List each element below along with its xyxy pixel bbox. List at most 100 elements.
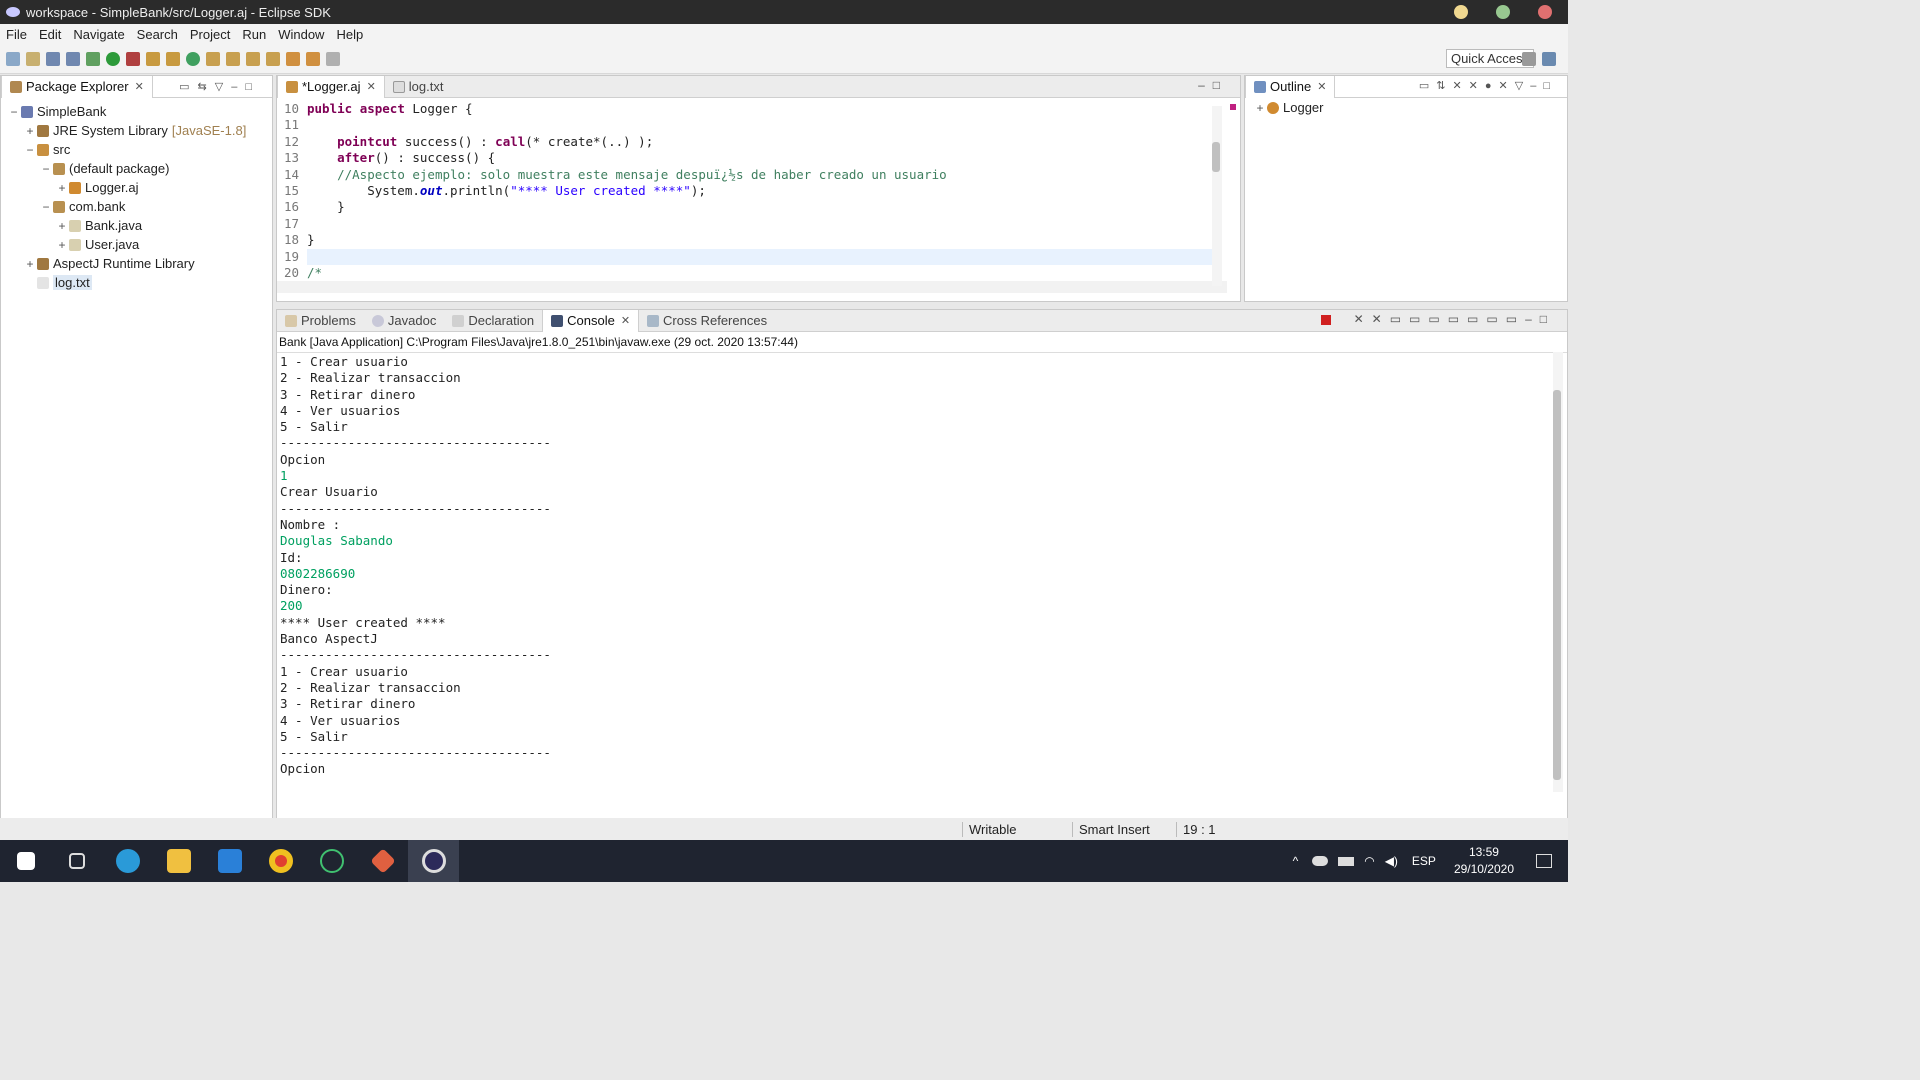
code-editor[interactable]: 10 public aspect Logger {11 12 pointcut su… (277, 98, 1240, 281)
tab-javadoc[interactable]: Javadoc (364, 310, 444, 332)
tree-item[interactable]: + User.java (1, 235, 272, 254)
tree-item[interactable]: − src (1, 140, 272, 159)
menu-edit[interactable]: Edit (33, 27, 67, 42)
tab-logger-aj[interactable]: *Logger.aj ✕ (277, 75, 385, 98)
task-view-icon (68, 853, 85, 869)
pointer-icon[interactable] (6, 51, 20, 66)
expand-toggle-icon[interactable]: − (7, 105, 21, 119)
console-line: Dinero: (280, 582, 333, 598)
vertical-scrollbar[interactable] (1212, 106, 1222, 286)
tree-item[interactable]: − (default package) (1, 159, 272, 178)
horizontal-scrollbar[interactable] (277, 281, 1227, 293)
git-button[interactable] (357, 840, 408, 882)
expand-toggle-icon[interactable]: + (23, 257, 37, 271)
task-view-button[interactable] (51, 840, 102, 882)
terminate-icon[interactable] (1321, 315, 1331, 325)
menu-help[interactable]: Help (330, 27, 369, 42)
tab-outline[interactable]: Outline ✕ (1245, 75, 1336, 98)
open-perspective-icon[interactable] (1522, 52, 1536, 66)
expand-toggle-icon[interactable]: + (55, 238, 69, 252)
tab-cross-references[interactable]: Cross References (639, 310, 775, 332)
menu-search[interactable]: Search (131, 27, 184, 42)
menu-run[interactable]: Run (236, 27, 272, 42)
close-icon[interactable]: ✕ (135, 80, 144, 93)
menu-navigate[interactable]: Navigate (67, 27, 130, 42)
expand-toggle-icon[interactable]: − (23, 143, 37, 157)
back-icon[interactable] (306, 51, 320, 66)
new-java-project-icon[interactable] (146, 51, 160, 66)
maximize-button[interactable] (1496, 5, 1510, 19)
new-package-icon[interactable] (166, 51, 180, 66)
quick-access-field[interactable]: Quick Access (1445, 49, 1534, 68)
expand-toggle-icon[interactable]: − (39, 200, 53, 214)
tab-package-explorer[interactable]: Package Explorer ✕ (1, 75, 153, 98)
clock[interactable]: 13:59 29/10/2020 (1454, 844, 1514, 878)
console-output[interactable]: 1 - Crear usuario 2 - Realizar transaccio… (277, 353, 1567, 778)
battery-icon[interactable] (1338, 856, 1355, 866)
tab-console[interactable]: Console ✕ (542, 309, 640, 332)
tab-declaration[interactable]: Declaration (444, 310, 542, 332)
debug-icon[interactable] (86, 51, 100, 66)
close-icon[interactable]: ✕ (621, 314, 630, 327)
tree-item[interactable]: + JRE System Library [JavaSE-1.8] (1, 121, 272, 140)
new-icon[interactable] (26, 51, 40, 66)
tree-item[interactable]: + Logger.aj (1, 178, 272, 197)
volume-icon[interactable]: ◀) (1385, 854, 1398, 868)
console-line: Crear Usuario (280, 484, 378, 500)
view-controls[interactable]: ▭⇆▽–□ (179, 80, 260, 93)
minimize-button[interactable] (1454, 5, 1468, 19)
menu-project[interactable]: Project (184, 27, 236, 42)
eclipse-taskbar-button[interactable] (408, 840, 459, 882)
outline-item[interactable]: + Logger (1245, 98, 1567, 117)
expand-toggle-icon[interactable]: − (39, 162, 53, 176)
close-icon[interactable]: ✕ (1317, 80, 1326, 93)
expand-toggle-icon[interactable]: + (23, 124, 37, 138)
last-edit-icon[interactable] (286, 51, 300, 66)
mail-button[interactable] (204, 840, 255, 882)
tree-item-label: AspectJ Runtime Library (53, 256, 195, 271)
overview-marker[interactable] (1230, 104, 1236, 110)
next-annotation-icon[interactable] (246, 51, 260, 66)
open-type-icon[interactable] (206, 51, 220, 66)
outline-panel: Outline ✕ ▭⇅✕✕●✕▽–□ + Logger (1244, 75, 1568, 302)
menu-file[interactable]: File (0, 27, 33, 42)
onedrive-icon[interactable] (1312, 856, 1329, 866)
prev-annotation-icon[interactable] (266, 51, 280, 66)
tab-log-txt[interactable]: log.txt (385, 76, 452, 98)
chevron-up-icon[interactable]: ^ (1293, 854, 1299, 868)
editor-controls[interactable]: –□ (1198, 78, 1228, 92)
upwork-button[interactable] (306, 840, 357, 882)
run-external-icon[interactable] (126, 51, 140, 66)
search-icon[interactable] (226, 51, 240, 66)
save-icon[interactable] (46, 51, 60, 66)
close-button[interactable] (1538, 5, 1552, 19)
forward-icon[interactable] (326, 51, 340, 66)
close-icon[interactable]: ✕ (367, 80, 376, 93)
console-line: Id: (280, 549, 303, 565)
save-all-icon[interactable] (66, 51, 80, 66)
chrome-button[interactable] (255, 840, 306, 882)
edge-button[interactable] (102, 840, 153, 882)
menu-window[interactable]: Window (272, 27, 330, 42)
notifications-icon[interactable] (1536, 854, 1552, 868)
console-controls[interactable]: ✕✕▭▭▭▭▭▭▭–□ (1354, 312, 1555, 326)
scrollbar-thumb[interactable] (1212, 142, 1220, 172)
tree-item[interactable]: − SimpleBank (1, 102, 272, 121)
console-scrollbar[interactable] (1553, 352, 1563, 792)
start-button[interactable] (0, 840, 51, 882)
language-indicator[interactable]: ESP (1412, 854, 1436, 868)
new-class-icon[interactable] (186, 51, 200, 66)
tree-item[interactable]: log.txt (1, 273, 272, 292)
file-explorer-button[interactable] (153, 840, 204, 882)
expand-toggle-icon[interactable]: + (55, 181, 69, 195)
expand-toggle-icon[interactable]: + (55, 219, 69, 233)
tree-item[interactable]: + Bank.java (1, 216, 272, 235)
java-perspective-icon[interactable] (1542, 52, 1556, 66)
tab-problems[interactable]: Problems (277, 310, 364, 332)
tree-item[interactable]: − com.bank (1, 197, 272, 216)
scrollbar-thumb[interactable] (1553, 390, 1561, 780)
outline-controls[interactable]: ▭⇅✕✕●✕▽–□ (1419, 79, 1557, 92)
tree-item[interactable]: + AspectJ Runtime Library (1, 254, 272, 273)
wifi-icon[interactable]: ◠ (1364, 854, 1374, 868)
run-icon[interactable] (106, 51, 120, 66)
